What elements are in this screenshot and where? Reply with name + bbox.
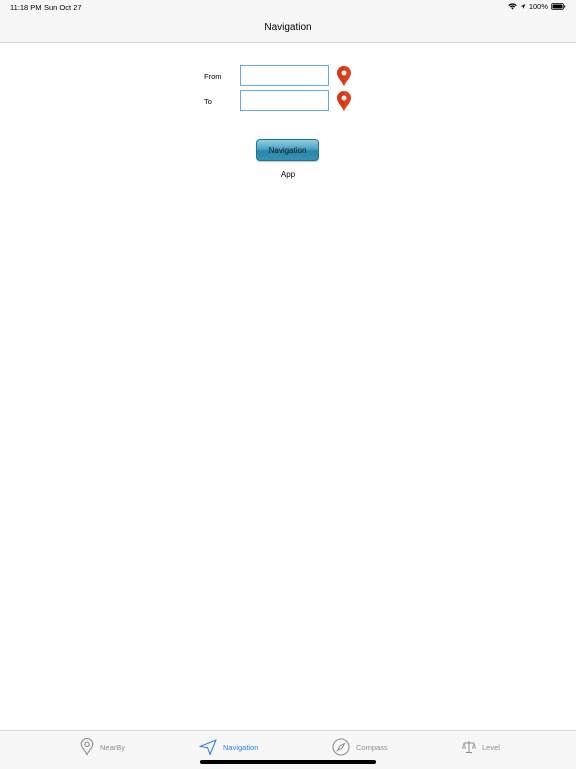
navigation-bar: Navigation xyxy=(0,14,576,43)
battery-icon xyxy=(551,3,566,10)
compass-icon xyxy=(332,738,350,756)
status-time: 11:18 PM xyxy=(10,3,42,12)
status-date: Sun Oct 27 xyxy=(44,3,82,12)
tab-navigation[interactable]: Navigation xyxy=(199,737,258,757)
location-pin-icon xyxy=(80,738,94,756)
from-map-pin-icon[interactable] xyxy=(336,66,352,87)
navigation-arrow-icon xyxy=(199,739,217,755)
from-label: From xyxy=(204,72,222,81)
home-indicator xyxy=(200,760,376,764)
tab-level[interactable]: Level xyxy=(462,737,500,757)
app-label: App xyxy=(280,170,296,179)
to-map-pin-icon[interactable] xyxy=(336,91,352,112)
location-arrow-icon xyxy=(520,4,526,9)
tab-label: Level xyxy=(482,742,500,752)
battery-percent: 100% xyxy=(528,2,548,11)
tab-nearby[interactable]: NearBy xyxy=(80,737,125,757)
to-field[interactable] xyxy=(240,90,329,111)
page-title: Navigation xyxy=(264,22,312,33)
status-bar: 11:18 PM Sun Oct 27 100% xyxy=(0,0,576,14)
tab-compass[interactable]: Compass xyxy=(332,737,388,757)
wifi-icon xyxy=(508,3,517,10)
from-field[interactable] xyxy=(240,65,329,86)
to-label: To xyxy=(204,97,212,106)
tab-label: Navigation xyxy=(223,742,259,752)
navigation-button[interactable]: Navigation xyxy=(256,139,319,161)
scale-icon xyxy=(462,741,476,753)
tab-label: NearBy xyxy=(100,742,126,752)
status-indicators: 100% xyxy=(508,2,566,11)
tab-label: Compass xyxy=(356,742,388,752)
